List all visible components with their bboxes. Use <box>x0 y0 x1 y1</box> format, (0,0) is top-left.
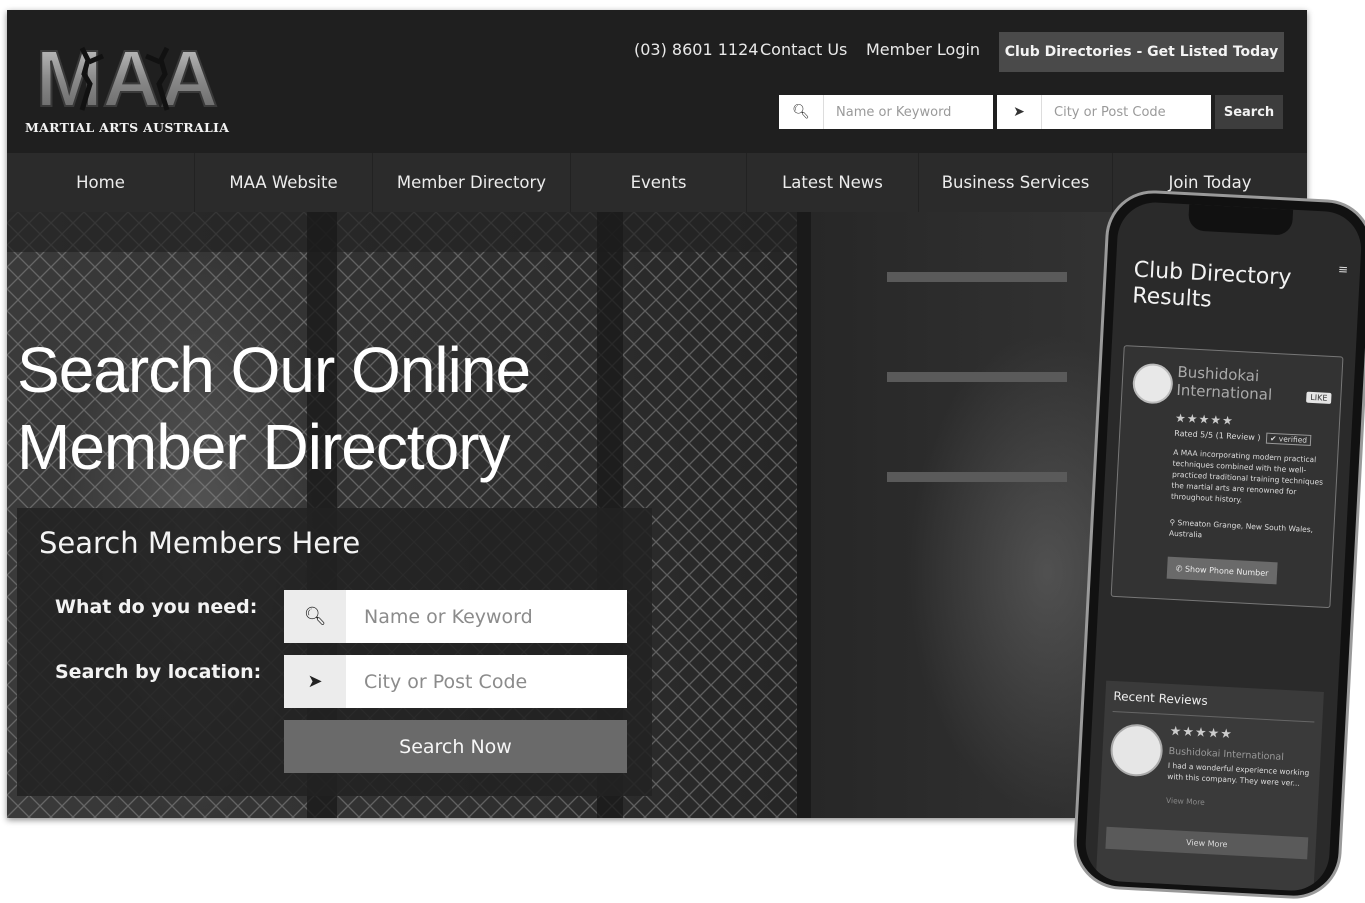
hero-headline-line2: Member Directory <box>17 411 511 483</box>
logo-tagline: MARTIAL ARTS AUSTRALIA <box>25 120 230 135</box>
header-keyword-placeholder: Name or Keyword <box>836 104 952 120</box>
hero-photo-pole <box>797 212 811 818</box>
need-label: What do you need: <box>55 596 258 618</box>
listing-card[interactable]: Bushidokai International LIKE ★★★★★ Rate… <box>1110 345 1344 609</box>
search-panel: Search Members Here What do you need: 🔍︎… <box>17 508 652 796</box>
listing-description: A MAA incorporating modern practical tec… <box>1170 447 1324 505</box>
nav-item-events[interactable]: Events <box>571 153 747 212</box>
header-search-button[interactable]: Search <box>1215 95 1283 129</box>
phone-page-title: Club Directory Results <box>1132 257 1292 317</box>
verified-badge: ✔ verified <box>1265 432 1312 446</box>
search-icon: 🔍︎ <box>284 590 346 643</box>
show-phone-number-button[interactable]: ✆ Show Phone Number <box>1166 556 1278 585</box>
location-placeholder: City or Post Code <box>364 670 528 693</box>
search-now-button[interactable]: Search Now <box>284 720 627 773</box>
header-location-input[interactable]: ➤ City or Post Code <box>997 95 1211 129</box>
header-location-placeholder: City or Post Code <box>1054 104 1166 120</box>
search-panel-title: Search Members Here <box>39 526 361 560</box>
nav-item-maa-website[interactable]: MAA Website <box>195 153 373 212</box>
location-arrow-icon: ➤ <box>997 95 1042 129</box>
phone-screen: ≡ Club Directory Results Bushidokai Inte… <box>1083 200 1364 893</box>
phone-mockup: ≡ Club Directory Results Bushidokai Inte… <box>1071 188 1365 903</box>
nav-item-latest-news[interactable]: Latest News <box>747 153 919 212</box>
listing-name[interactable]: Bushidokai International <box>1176 363 1274 404</box>
keyword-input[interactable]: 🔍︎ Name or Keyword <box>284 590 627 643</box>
nav-item-home[interactable]: Home <box>7 153 195 212</box>
header: MAA MARTIAL ARTS AUSTRALIA (03) 8601 112… <box>7 10 1307 153</box>
hero-headline-line1: Search Our Online <box>17 334 531 406</box>
maa-logo-mark: MAA <box>35 38 219 114</box>
hero-photo-shelf <box>887 472 1067 482</box>
recent-reviews: Recent Reviews ★★★★★ Bushidokai Internat… <box>1095 680 1324 892</box>
rating-stars: ★★★★★ <box>1174 410 1235 428</box>
listing-name-line2: International <box>1176 380 1273 404</box>
keyword-placeholder: Name or Keyword <box>364 605 533 628</box>
club-badge-icon <box>1109 722 1164 778</box>
location-arrow-icon: ➤ <box>284 655 346 708</box>
nav-item-business-services[interactable]: Business Services <box>919 153 1113 212</box>
header-keyword-input[interactable]: 🔍︎ Name or Keyword <box>779 95 993 129</box>
hamburger-icon[interactable]: ≡ <box>1338 262 1349 277</box>
divider <box>1112 710 1315 723</box>
nav-item-member-directory[interactable]: Member Directory <box>373 153 571 212</box>
location-input[interactable]: ➤ City or Post Code <box>284 655 627 708</box>
hero-photo-shelf <box>887 372 1067 382</box>
header-phone-link[interactable]: (03) 8601 1124 <box>634 40 758 59</box>
logo[interactable]: MAA MARTIAL ARTS AUSTRALIA <box>25 38 235 138</box>
svg-text:MAA: MAA <box>36 38 218 114</box>
review-view-more-link[interactable]: View More <box>1166 796 1205 807</box>
like-button[interactable]: LIKE <box>1306 391 1332 404</box>
recent-reviews-heading: Recent Reviews <box>1113 688 1209 708</box>
contact-us-link[interactable]: Contact Us <box>760 40 847 59</box>
location-label: Search by location: <box>55 661 262 683</box>
review-text: I had a wonderful experience working wit… <box>1167 760 1310 788</box>
listing-location: ⚲ Smeaton Grange, New South Wales, Austr… <box>1168 517 1314 540</box>
rating-text: Rated 5/5 (1 Review ) <box>1174 428 1261 443</box>
club-badge-icon <box>1131 362 1174 405</box>
phone-notch <box>1187 204 1294 236</box>
hero-photo-shelf <box>887 272 1067 282</box>
club-directories-cta-button[interactable]: Club Directories - Get Listed Today <box>999 32 1284 72</box>
member-login-link[interactable]: Member Login <box>866 40 980 59</box>
search-icon: 🔍︎ <box>779 95 824 129</box>
review-stars: ★★★★★ <box>1169 723 1234 743</box>
view-more-button[interactable]: View More <box>1105 826 1309 860</box>
hero-headline: Search Our Online Member Directory <box>17 332 531 486</box>
